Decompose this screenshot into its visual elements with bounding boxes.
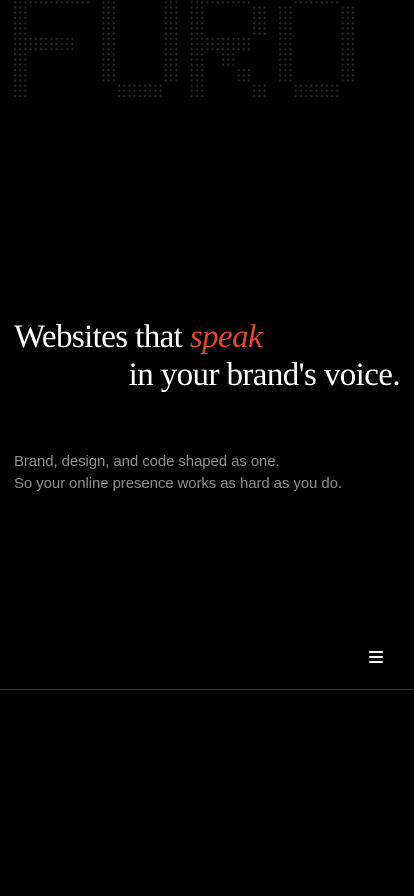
hero-subtitle: Brand, design, and code shaped as one. S… <box>14 451 342 495</box>
hero-headline: Websites that speak in your brand's voic… <box>0 318 414 394</box>
headline-text: Websites that <box>14 319 190 355</box>
menu-button[interactable] <box>362 644 390 670</box>
section-divider <box>0 689 414 690</box>
headline-accent-word: speak <box>189 319 263 355</box>
headline-line-2: in your brand's voice. <box>128 357 401 393</box>
subtitle-line-1: Brand, design, and code shaped as one. <box>14 453 280 470</box>
headline-line-1: Websites that speak <box>0 318 414 356</box>
hero-section: Websites that speak in your brand's voic… <box>0 318 414 394</box>
brand-logo <box>13 1 355 98</box>
subtitle-line-2: So your online presence works as hard as… <box>14 475 342 492</box>
